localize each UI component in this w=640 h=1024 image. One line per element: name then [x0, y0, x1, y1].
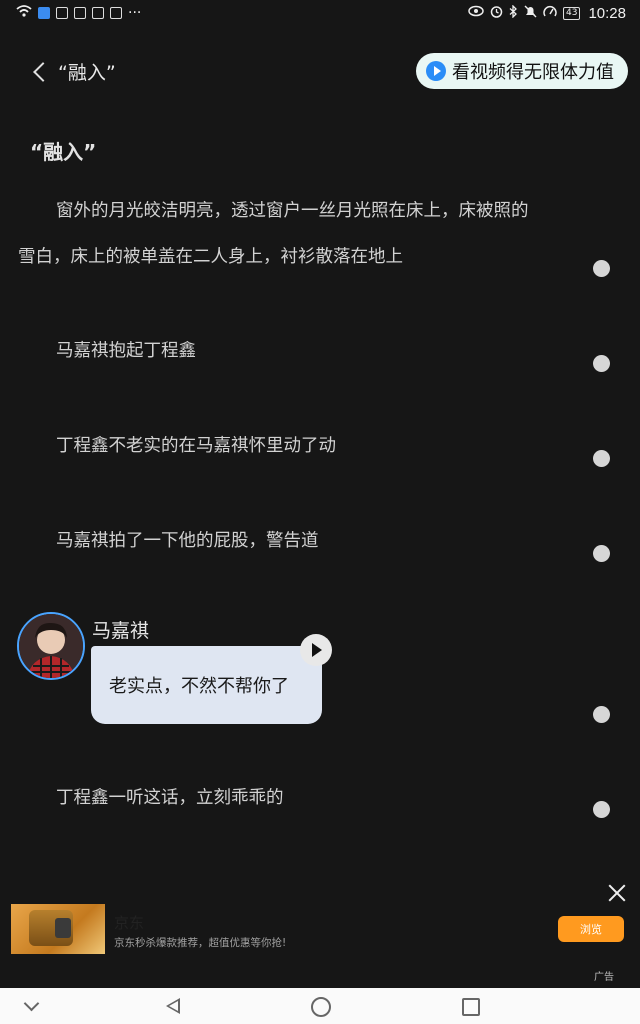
- app-icon: [56, 7, 68, 19]
- close-ad-icon[interactable]: [606, 882, 628, 904]
- play-voice-button[interactable]: [300, 634, 332, 666]
- narration-paragraph: 马嘉祺抱起丁程鑫: [18, 328, 588, 374]
- chevron-left-icon: [33, 61, 53, 82]
- message-icon: [38, 7, 50, 19]
- app-icon: [110, 7, 122, 19]
- header: “融入” 看视频得无限体力值: [0, 50, 640, 94]
- narration-paragraph: 丁程鑫一听这话，立刻乖乖的: [18, 775, 588, 821]
- play-icon: [426, 61, 446, 81]
- narration-line: 窗外的月光皎洁明亮，透过窗户一丝月光照在床上，床被照的: [56, 201, 529, 221]
- mute-icon: [524, 5, 537, 22]
- comment-dot-button[interactable]: [593, 260, 610, 277]
- watch-video-button[interactable]: 看视频得无限体力值: [416, 53, 628, 89]
- ad-image[interactable]: [11, 904, 105, 954]
- back-button[interactable]: “融入”: [30, 58, 116, 85]
- ad-description[interactable]: 京东秒杀爆款推荐，超值优惠等你抢!: [114, 935, 286, 950]
- story-title: “融入”: [30, 140, 97, 164]
- shield-icon: [74, 7, 86, 19]
- narration-line: 雪白，床上的被单盖在二人身上，衬衫散落在地上: [18, 247, 403, 267]
- wifi-icon: [16, 5, 32, 21]
- dialogue-text: 老实点，不然不帮你了: [109, 676, 289, 697]
- narration-line: 丁程鑫一听这话，立刻乖乖的: [56, 788, 284, 808]
- narration-line: 马嘉祺拍了一下他的屁股，警告道: [56, 531, 319, 551]
- status-time: 10:28: [588, 4, 626, 22]
- navigation-bar: [0, 988, 640, 1024]
- status-left-icons: ···: [16, 5, 141, 21]
- ad-brand[interactable]: 京东: [114, 912, 144, 933]
- header-title: “融入”: [58, 62, 116, 84]
- bluetooth-icon: [509, 3, 518, 22]
- ad-browse-button[interactable]: 浏览: [558, 916, 624, 942]
- comment-dot-button[interactable]: [593, 450, 610, 467]
- back-nav-icon[interactable]: [152, 988, 192, 1024]
- app-icon: [92, 7, 104, 19]
- recent-apps-icon[interactable]: [450, 988, 490, 1024]
- comment-dot-button[interactable]: [593, 706, 610, 723]
- comment-dot-button[interactable]: [593, 355, 610, 372]
- narration-paragraph: 窗外的月光皎洁明亮，透过窗户一丝月光照在床上，床被照的 雪白，床上的被单盖在二人…: [18, 188, 588, 280]
- home-nav-icon[interactable]: [300, 988, 340, 1024]
- comment-dot-button[interactable]: [593, 545, 610, 562]
- status-bar: ··· 43 10:28: [0, 0, 640, 26]
- eye-icon: [468, 5, 484, 21]
- hide-nav-icon[interactable]: [12, 988, 52, 1024]
- comment-dot-button[interactable]: [593, 801, 610, 818]
- battery-icon: 43: [563, 6, 581, 20]
- status-right-icons: 43 10:28: [468, 3, 626, 22]
- alarm-icon: [490, 5, 503, 22]
- watch-video-label: 看视频得无限体力值: [452, 62, 614, 83]
- dialogue-bubble: 老实点，不然不帮你了: [91, 646, 322, 724]
- narration-line: 马嘉祺抱起丁程鑫: [56, 341, 196, 361]
- speaker-name: 马嘉祺: [92, 620, 150, 642]
- avatar[interactable]: [17, 612, 85, 680]
- more-icon: ···: [128, 5, 142, 21]
- narration-paragraph: 马嘉祺拍了一下他的屁股，警告道: [18, 518, 588, 564]
- ad-label: 广告: [594, 972, 614, 983]
- narration-line: 丁程鑫不老实的在马嘉祺怀里动了动: [56, 436, 336, 456]
- speed-icon: [543, 5, 557, 22]
- narration-paragraph: 丁程鑫不老实的在马嘉祺怀里动了动: [18, 423, 588, 469]
